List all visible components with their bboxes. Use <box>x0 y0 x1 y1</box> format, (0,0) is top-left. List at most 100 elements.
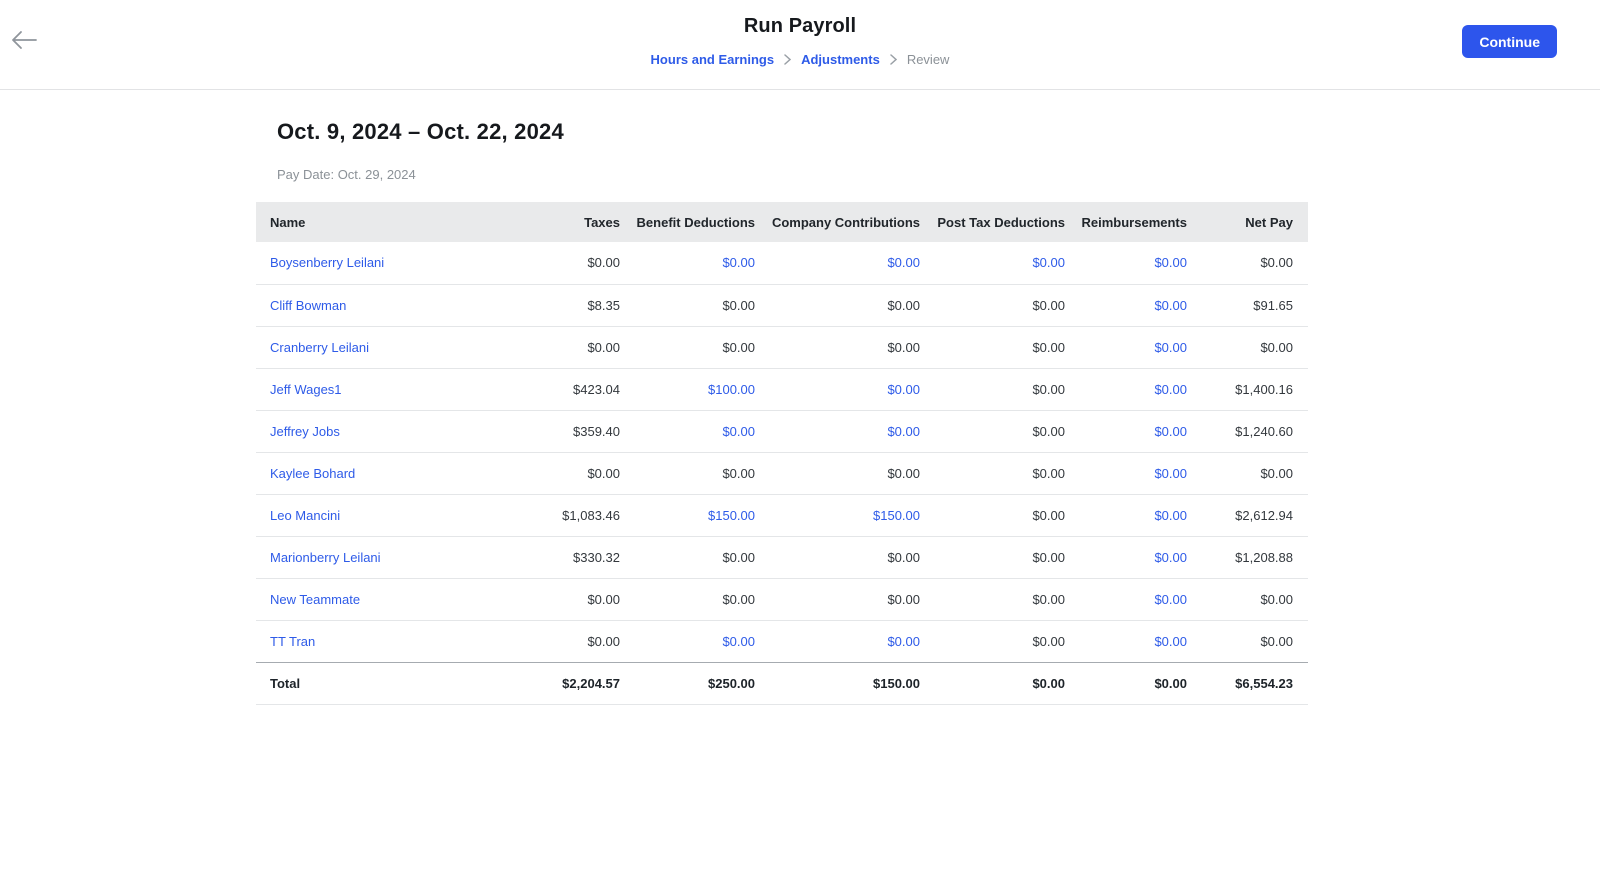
continue-button[interactable]: Continue <box>1462 25 1557 58</box>
company-contributions-value: $0.00 <box>887 591 920 607</box>
reimbursements-value[interactable]: $0.00 <box>1154 255 1187 270</box>
benefit-deductions-value: $0.00 <box>722 465 755 481</box>
taxes-value: $1,083.46 <box>562 507 620 523</box>
employee-name-link[interactable]: Marionberry Leilani <box>270 550 381 565</box>
reimbursements-value[interactable]: $0.00 <box>1154 298 1187 313</box>
post-tax-deductions-value: $0.00 <box>1032 423 1065 439</box>
total-label: Total <box>270 675 301 691</box>
benefit-deductions-value[interactable]: $0.00 <box>722 255 755 270</box>
table-row: Kaylee Bohard $0.00 $0.00 $0.00 $0.00 $0.00 $0… <box>256 452 1308 494</box>
table-row: Jeffrey Jobs $359.40 $0.00 $0.00 $0.00 $0.00 $… <box>256 410 1308 452</box>
column-header-taxes: Taxes <box>556 202 620 242</box>
table-header-row: Name Taxes Benefit Deductions Company Co… <box>256 202 1308 242</box>
net-pay-value: $0.00 <box>1260 339 1293 355</box>
reimbursements-value[interactable]: $0.00 <box>1154 550 1187 565</box>
benefit-deductions-value[interactable]: $0.00 <box>722 424 755 439</box>
reimbursements-value[interactable]: $0.00 <box>1154 424 1187 439</box>
employee-name-link[interactable]: Kaylee Bohard <box>270 466 355 481</box>
table-row: Jeff Wages1 $423.04 $100.00 $0.00 $0.00 $0.00… <box>256 368 1308 410</box>
taxes-value: $359.40 <box>573 423 620 439</box>
benefit-deductions-value[interactable]: $100.00 <box>708 382 755 397</box>
reimbursements-value[interactable]: $0.00 <box>1154 340 1187 355</box>
total-net-pay: $6,554.23 <box>1235 675 1293 691</box>
taxes-value: $0.00 <box>587 339 620 355</box>
company-contributions-value[interactable]: $150.00 <box>873 508 920 523</box>
post-tax-deductions-value: $0.00 <box>1032 339 1065 355</box>
breadcrumb-review: Review <box>906 52 950 67</box>
net-pay-value: $2,612.94 <box>1235 507 1293 523</box>
payroll-table: Name Taxes Benefit Deductions Company Co… <box>256 202 1308 705</box>
total-reimbursements: $0.00 <box>1154 675 1187 691</box>
reimbursements-value[interactable]: $0.00 <box>1154 634 1187 649</box>
net-pay-value: $0.00 <box>1260 465 1293 481</box>
employee-name-link[interactable]: Jeffrey Jobs <box>270 424 340 439</box>
breadcrumb-adjustments[interactable]: Adjustments <box>801 52 880 67</box>
reimbursements-value[interactable]: $0.00 <box>1154 382 1187 397</box>
chevron-right-icon <box>890 54 897 65</box>
chevron-right-icon <box>784 54 792 65</box>
taxes-value: $0.00 <box>587 591 620 607</box>
net-pay-value: $0.00 <box>1260 591 1293 607</box>
employee-name-link[interactable]: New Teammate <box>270 592 360 607</box>
employee-name-link[interactable]: Cranberry Leilani <box>270 340 369 355</box>
taxes-value: $0.00 <box>587 633 620 649</box>
total-taxes: $2,204.57 <box>562 675 620 691</box>
table-row: Cliff Bowman $8.35 $0.00 $0.00 $0.00 $0.00 $91… <box>256 284 1308 326</box>
taxes-value: $330.32 <box>573 549 620 565</box>
post-tax-deductions-value: $0.00 <box>1032 381 1065 397</box>
breadcrumb: Hours and Earnings Adjustments Review <box>0 52 1600 67</box>
column-header-name: Name <box>256 202 556 242</box>
reimbursements-value[interactable]: $0.00 <box>1154 466 1187 481</box>
employee-name-link[interactable]: Leo Mancini <box>270 508 340 523</box>
net-pay-value: $0.00 <box>1260 633 1293 649</box>
taxes-value: $8.35 <box>587 297 620 313</box>
post-tax-deductions-value: $0.00 <box>1032 465 1065 481</box>
employee-name-link[interactable]: Jeff Wages1 <box>270 382 342 397</box>
company-contributions-value: $0.00 <box>887 297 920 313</box>
company-contributions-value[interactable]: $0.00 <box>887 424 920 439</box>
column-header-net-pay: Net Pay <box>1187 202 1308 242</box>
benefit-deductions-value[interactable]: $150.00 <box>708 508 755 523</box>
total-company-contributions: $150.00 <box>873 675 920 691</box>
post-tax-deductions-value: $0.00 <box>1032 507 1065 523</box>
top-bar: Run Payroll Hours and Earnings Adjustmen… <box>0 0 1600 90</box>
column-header-benefit-deductions: Benefit Deductions <box>620 202 755 242</box>
breadcrumb-hours-and-earnings[interactable]: Hours and Earnings <box>651 52 775 67</box>
taxes-value: $423.04 <box>573 381 620 397</box>
company-contributions-value: $0.00 <box>887 465 920 481</box>
company-contributions-value: $0.00 <box>887 339 920 355</box>
employee-name-link[interactable]: Boysenberry Leilani <box>270 255 384 270</box>
benefit-deductions-value: $0.00 <box>722 339 755 355</box>
benefit-deductions-value: $0.00 <box>722 549 755 565</box>
benefit-deductions-value[interactable]: $0.00 <box>722 634 755 649</box>
column-header-post-tax-deductions: Post Tax Deductions <box>920 202 1065 242</box>
main-content: Oct. 9, 2024 – Oct. 22, 2024 Pay Date: O… <box>256 119 1308 705</box>
pay-period-heading: Oct. 9, 2024 – Oct. 22, 2024 <box>277 119 564 144</box>
net-pay-value: $1,400.16 <box>1235 381 1293 397</box>
net-pay-value: $1,240.60 <box>1235 423 1293 439</box>
employee-name-link[interactable]: TT Tran <box>270 634 315 649</box>
page-title: Run Payroll <box>743 15 857 37</box>
total-post-tax-deductions: $0.00 <box>1032 675 1065 691</box>
post-tax-deductions-value[interactable]: $0.00 <box>1032 255 1065 270</box>
post-tax-deductions-value: $0.00 <box>1032 297 1065 313</box>
net-pay-value: $1,208.88 <box>1235 549 1293 565</box>
reimbursements-value[interactable]: $0.00 <box>1154 592 1187 607</box>
table-row: Boysenberry Leilani $0.00 $0.00 $0.00 $0.00 $… <box>256 242 1308 284</box>
table-row: New Teammate $0.00 $0.00 $0.00 $0.00 $0.00 $0.… <box>256 578 1308 620</box>
column-header-company-contributions: Company Contributions <box>755 202 920 242</box>
employee-name-link[interactable]: Cliff Bowman <box>270 298 346 313</box>
taxes-value: $0.00 <box>587 465 620 481</box>
table-row: Marionberry Leilani $330.32 $0.00 $0.00 $0.0… <box>256 536 1308 578</box>
net-pay-value: $91.65 <box>1253 297 1293 313</box>
company-contributions-value[interactable]: $0.00 <box>887 634 920 649</box>
company-contributions-value[interactable]: $0.00 <box>887 382 920 397</box>
post-tax-deductions-value: $0.00 <box>1032 549 1065 565</box>
total-benefit-deductions: $250.00 <box>708 675 755 691</box>
post-tax-deductions-value: $0.00 <box>1032 633 1065 649</box>
benefit-deductions-value: $0.00 <box>722 591 755 607</box>
pay-date-label: Pay Date: Oct. 29, 2024 <box>277 167 416 182</box>
payroll-table-body: Boysenberry Leilani $0.00 $0.00 $0.00 $0.00 $… <box>256 242 1308 662</box>
reimbursements-value[interactable]: $0.00 <box>1154 508 1187 523</box>
company-contributions-value[interactable]: $0.00 <box>887 255 920 270</box>
